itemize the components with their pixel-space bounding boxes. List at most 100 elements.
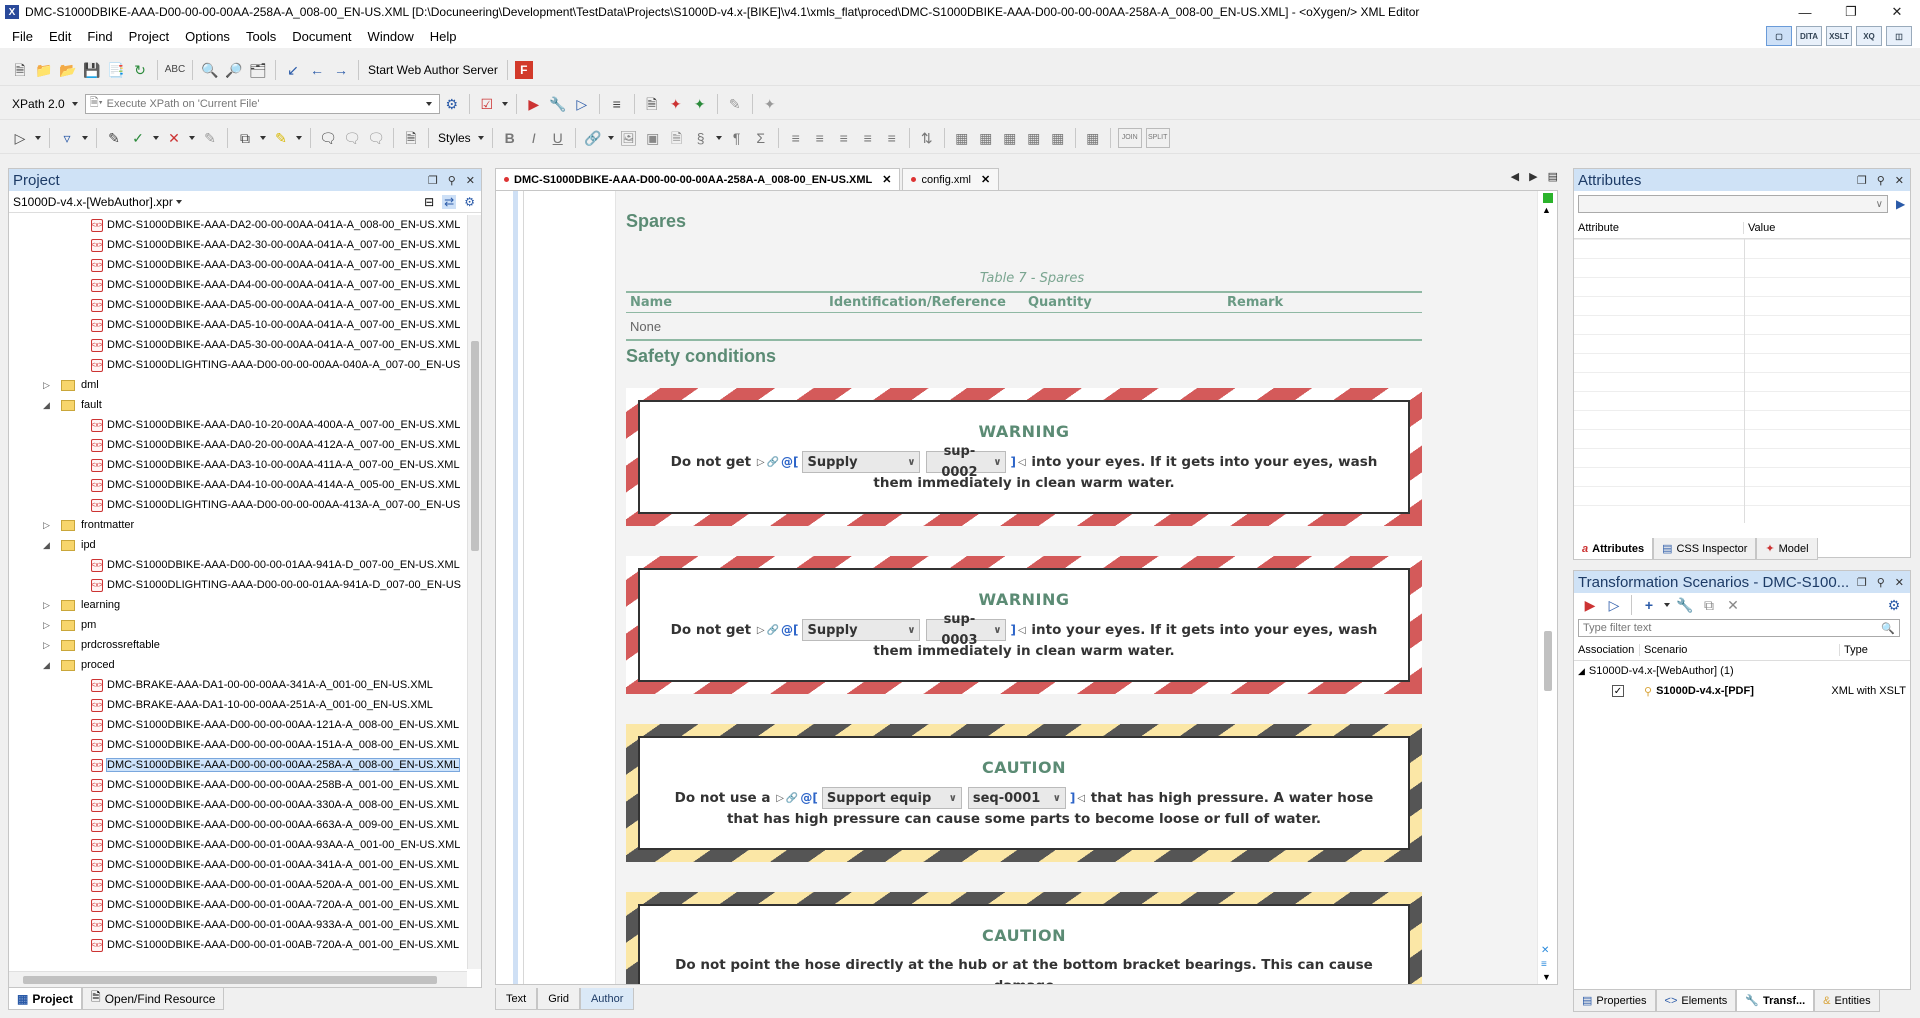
- tab-open-find-resource[interactable]: 🗎 Open/Find Resource: [82, 988, 225, 1010]
- open-folder-icon[interactable]: 📁: [34, 60, 54, 80]
- project-settings-icon[interactable]: ⚙: [464, 195, 475, 209]
- tree-file[interactable]: <x> DMC-S1000DBIKE-AAA-DA0-20-00-00AA-412…: [9, 435, 467, 455]
- menu-window[interactable]: Window: [360, 29, 422, 44]
- debug-transformation-icon[interactable]: ▷: [572, 94, 592, 114]
- configure-transformation-icon[interactable]: 🔧: [548, 94, 568, 114]
- join-cells-icon[interactable]: JOIN: [1117, 127, 1142, 148]
- warning-paragraph[interactable]: Do not get ▷ 🔗 @[Supply ∨ sup-0003 ∨] ◁ into y…: [640, 612, 1408, 662]
- tab-transformation[interactable]: 🔧 Transf...: [1736, 990, 1815, 1012]
- tree-folder[interactable]: ◢ ipd: [9, 535, 467, 555]
- numbered-list-icon[interactable]: ≡: [810, 128, 830, 148]
- checklist-icon[interactable]: ≡: [882, 128, 902, 148]
- collapse-toggle-icon[interactable]: ◢: [43, 540, 53, 551]
- expand-icon[interactable]: ≡: [1541, 959, 1547, 970]
- xml-document-icon[interactable]: 🗎: [642, 94, 662, 114]
- tab-entities[interactable]: & Entities: [1814, 990, 1880, 1012]
- schema-icon[interactable]: ✦: [690, 94, 710, 114]
- split-cells-icon[interactable]: SPLIT: [1145, 127, 1170, 148]
- chevron-down-icon[interactable]: [1664, 603, 1670, 607]
- xquery-perspective-button[interactable]: XQ: [1856, 26, 1882, 46]
- tree-folder[interactable]: ▷ frontmatter: [9, 515, 467, 535]
- reference-id-select[interactable]: seq-0001 ∨: [967, 787, 1066, 809]
- scroll-down-icon[interactable]: ▼: [1542, 972, 1551, 982]
- expand-toggle-icon[interactable]: ▷: [43, 520, 53, 531]
- chevron-down-icon[interactable]: [477, 135, 484, 140]
- warning-paragraph[interactable]: Do not get ▷ 🔗 @[Supply ∨ sup-0002 ∨] ◁ into y…: [640, 444, 1408, 494]
- scrollbar-thumb[interactable]: [471, 341, 479, 551]
- sum-icon[interactable]: Σ: [751, 128, 771, 148]
- navigate-icon[interactable]: ↙: [283, 60, 303, 80]
- tree-file[interactable]: <x> DMC-S1000DBIKE-AAA-D00-00-01-00AA-93A…: [9, 835, 467, 855]
- expand-toggle-icon[interactable]: ▷: [43, 620, 53, 631]
- previous-tab-icon[interactable]: ◀: [1511, 170, 1519, 183]
- tree-file[interactable]: <x> DMC-S1000DBIKE-AAA-DA3-00-00-00AA-041…: [9, 255, 467, 275]
- warning-box[interactable]: WARNING Do not get ▷ 🔗 @[Supply ∨ sup-0002 ∨]…: [638, 400, 1410, 514]
- reference-type-select[interactable]: Supply ∨: [802, 451, 921, 473]
- save-all-icon[interactable]: 📑: [106, 60, 126, 80]
- chevron-down-icon[interactable]: [501, 101, 508, 106]
- tree-file[interactable]: <x> DMC-S1000DLIGHTING-AAA-D00-00-00-00AA…: [9, 355, 467, 375]
- menu-document[interactable]: Document: [284, 29, 359, 44]
- dita-perspective-button[interactable]: DITA: [1796, 26, 1822, 46]
- insert-column-icon[interactable]: ▦: [1000, 128, 1020, 148]
- restore-button[interactable]: ❐: [1828, 0, 1874, 24]
- attributes-table[interactable]: [1574, 239, 1910, 523]
- tree-file[interactable]: <x> DMC-S1000DBIKE-AAA-D00-00-01-00AA-520…: [9, 875, 467, 895]
- collapse-all-icon[interactable]: ⊟: [424, 195, 434, 209]
- remove-comment-icon[interactable]: 🗨: [366, 128, 386, 148]
- xpath-version-select[interactable]: XPath 2.0: [12, 97, 65, 111]
- chevron-down-icon[interactable]: [153, 135, 159, 140]
- tree-file[interactable]: <x> DMC-S1000DBIKE-AAA-DA4-10-00-00AA-414…: [9, 475, 467, 495]
- tab-css-inspector[interactable]: ▤ CSS Inspector: [1653, 538, 1757, 560]
- xpath-input[interactable]: 🗎▾ Execute XPath on 'Current File': [84, 93, 440, 114]
- tab-model[interactable]: ✦ Model: [1756, 538, 1818, 560]
- caution-paragraph[interactable]: Do not point the hose directly at the hu…: [640, 955, 1408, 984]
- remove-scenario-icon[interactable]: ✕: [1723, 595, 1743, 615]
- check-wellformed-icon[interactable]: ✦: [666, 94, 686, 114]
- tree-file[interactable]: <x> DMC-BRAKE-AAA-DA1-00-00-00AA-341A-A_0…: [9, 675, 467, 695]
- link-icon[interactable]: 🔗: [767, 452, 779, 473]
- link-icon[interactable]: 🔗: [583, 128, 603, 148]
- menu-tools[interactable]: Tools: [238, 29, 284, 44]
- tree-file[interactable]: <x> DMC-S1000DBIKE-AAA-D00-00-00-00AA-663…: [9, 815, 467, 835]
- editor-tab-current[interactable]: DMC-S1000DBIKE-AAA-D00-00-00-00AA-258A-A…: [495, 168, 901, 190]
- validate-icon[interactable]: ☑: [477, 94, 497, 114]
- collapse-icon[interactable]: ✕: [1541, 945, 1549, 956]
- add-comment-icon[interactable]: 🗨: [318, 128, 338, 148]
- author-editor[interactable]: Spares Table 7 - Spares Name Identificat…: [495, 190, 1558, 985]
- tree-file[interactable]: <x> DMC-S1000DBIKE-AAA-D00-00-00-00AA-151…: [9, 735, 467, 755]
- chevron-down-icon[interactable]: [260, 135, 266, 140]
- tab-text-mode[interactable]: Text: [495, 988, 538, 1010]
- section-icon[interactable]: §: [691, 128, 711, 148]
- tree-file[interactable]: <x> DMC-S1000DBIKE-AAA-D00-00-00-00AA-258…: [9, 775, 467, 795]
- edit-icon[interactable]: ✎: [725, 94, 745, 114]
- chevron-down-icon[interactable]: [175, 199, 182, 204]
- link-with-editor-icon[interactable]: ⇄: [442, 194, 457, 209]
- new-file-icon[interactable]: 🗎: [10, 60, 30, 80]
- find-folder-icon[interactable]: 🗂: [248, 60, 268, 80]
- tab-author-mode[interactable]: Author: [579, 988, 635, 1010]
- tree-file[interactable]: <x> DMC-S1000DBIKE-AAA-D00-00-00-00AA-121…: [9, 715, 467, 735]
- tree-file[interactable]: <x> DMC-S1000DBIKE-AAA-DA3-10-00-00AA-411…: [9, 455, 467, 475]
- table-properties-icon[interactable]: ▦: [1083, 128, 1103, 148]
- link-icon[interactable]: 🔗: [767, 620, 779, 641]
- tree-folder[interactable]: ▷ learning: [9, 595, 467, 615]
- xpath-settings-icon[interactable]: ⚙: [442, 94, 462, 114]
- duplicate-scenario-icon[interactable]: ⧉: [1699, 595, 1719, 615]
- insert-row-icon[interactable]: ▦: [976, 128, 996, 148]
- database-perspective-button[interactable]: ◫: [1886, 26, 1912, 46]
- tree-folder[interactable]: ▷ prdcrossreftable: [9, 635, 467, 655]
- association-checkbox[interactable]: ✓: [1612, 685, 1624, 697]
- next-icon[interactable]: ▶: [1896, 197, 1905, 211]
- tree-file[interactable]: <x> DMC-S1000DBIKE-AAA-D00-00-01-00AA-341…: [9, 855, 467, 875]
- tree-file[interactable]: <x> DMC-S1000DBIKE-AAA-D00-00-01-00AA-720…: [9, 895, 467, 915]
- caution-box[interactable]: CAUTION Do not use a ▷ 🔗 @[Support equip ∨ s…: [638, 736, 1410, 850]
- spares-table-row[interactable]: None: [626, 313, 1422, 341]
- minimize-button[interactable]: —: [1782, 0, 1828, 24]
- menu-edit[interactable]: Edit: [41, 29, 79, 44]
- collapse-toggle-icon[interactable]: ◢: [43, 400, 53, 411]
- menu-project[interactable]: Project: [121, 29, 177, 44]
- tab-attributes[interactable]: a Attributes: [1573, 538, 1654, 560]
- find-icon[interactable]: 🔍: [200, 60, 220, 80]
- styles-dropdown[interactable]: Styles: [438, 131, 471, 145]
